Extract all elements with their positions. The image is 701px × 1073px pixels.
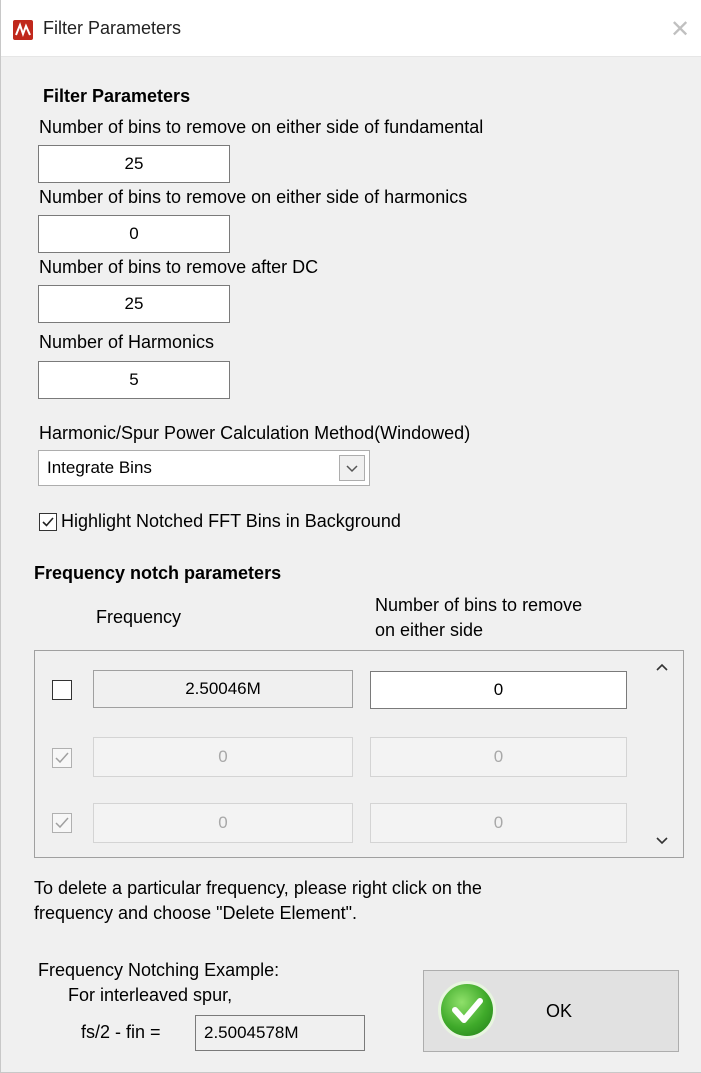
num-harmonics-label: Number of Harmonics bbox=[39, 332, 215, 352]
close-button[interactable]: ✕ bbox=[665, 14, 695, 44]
ok-button-label: OK bbox=[546, 1001, 573, 1021]
app-icon bbox=[13, 20, 33, 40]
notch-row-1-checkbox[interactable] bbox=[52, 680, 72, 700]
example-subtitle: For interleaved spur, bbox=[68, 985, 233, 1005]
checkmark-circle-icon bbox=[438, 981, 496, 1039]
checkmark-icon bbox=[42, 517, 54, 527]
fundamental-bins-label: Number of bins to remove on either side … bbox=[39, 117, 484, 137]
help-text-line2: frequency and choose "Delete Element". bbox=[34, 903, 357, 923]
notch-row-2-checkbox[interactable] bbox=[52, 748, 72, 768]
notch-row-1-frequency[interactable]: 2.50046M bbox=[93, 670, 353, 708]
dropdown-arrow[interactable] bbox=[339, 455, 365, 481]
example-formula-label: fs/2 - fin = bbox=[81, 1022, 161, 1042]
help-text-line1: To delete a particular frequency, please… bbox=[34, 878, 482, 898]
bins-column-header-line1: Number of bins to remove bbox=[375, 595, 583, 615]
notch-row-2-bins[interactable]: 0 bbox=[370, 737, 627, 777]
top-strip bbox=[1, 0, 701, 6]
title-bar: Filter Parameters ✕ bbox=[1, 0, 701, 57]
highlight-label: Highlight Notched FFT Bins in Background bbox=[61, 511, 401, 531]
calc-method-select[interactable]: Integrate Bins bbox=[38, 450, 370, 486]
dc-bins-label: Number of bins to remove after DC bbox=[39, 257, 319, 277]
example-title: Frequency Notching Example: bbox=[38, 960, 280, 980]
filter-parameters-dialog: Filter Parameters ✕ Filter Parameters Nu… bbox=[0, 0, 701, 1073]
notch-row-3-bins[interactable]: 0 bbox=[370, 803, 627, 843]
harmonics-bins-label: Number of bins to remove on either side … bbox=[39, 187, 468, 207]
notch-row-3-checkbox[interactable] bbox=[52, 813, 72, 833]
notch-heading: Frequency notch parameters bbox=[34, 563, 282, 583]
harmonics-bins-input[interactable]: 0 bbox=[38, 215, 230, 253]
waveform-icon bbox=[15, 22, 31, 37]
checkmark-icon bbox=[55, 752, 69, 764]
notch-row-1-bins[interactable]: 0 bbox=[370, 671, 627, 709]
scroll-down-button[interactable] bbox=[641, 825, 683, 857]
frequency-column-header: Frequency bbox=[96, 607, 182, 627]
notch-row-3-frequency[interactable]: 0 bbox=[93, 803, 353, 843]
calc-method-value: Integrate Bins bbox=[47, 458, 152, 477]
chevron-down-icon bbox=[346, 465, 358, 473]
checkmark-icon bbox=[55, 817, 69, 829]
example-formula-value: 2.5004578M bbox=[195, 1015, 365, 1051]
bins-column-header-line2: on either side bbox=[375, 620, 484, 640]
dc-bins-input[interactable]: 25 bbox=[38, 285, 230, 323]
highlight-checkbox[interactable] bbox=[39, 513, 57, 531]
calc-method-label: Harmonic/Spur Power Calculation Method(W… bbox=[39, 423, 471, 443]
notch-row-2-frequency[interactable]: 0 bbox=[93, 737, 353, 777]
scroll-up-button[interactable] bbox=[641, 651, 683, 683]
checkmark-icon bbox=[452, 998, 483, 1023]
window-title: Filter Parameters bbox=[43, 18, 182, 38]
notch-table-scrollbar[interactable] bbox=[641, 651, 683, 857]
fundamental-bins-input[interactable]: 25 bbox=[38, 145, 230, 183]
close-icon[interactable]: ✕ bbox=[670, 15, 690, 44]
ok-button[interactable]: OK bbox=[423, 970, 679, 1052]
filter-parameters-heading: Filter Parameters bbox=[43, 86, 191, 106]
chevron-up-icon bbox=[656, 663, 668, 671]
chevron-down-icon bbox=[656, 837, 668, 845]
num-harmonics-input[interactable]: 5 bbox=[38, 361, 230, 399]
